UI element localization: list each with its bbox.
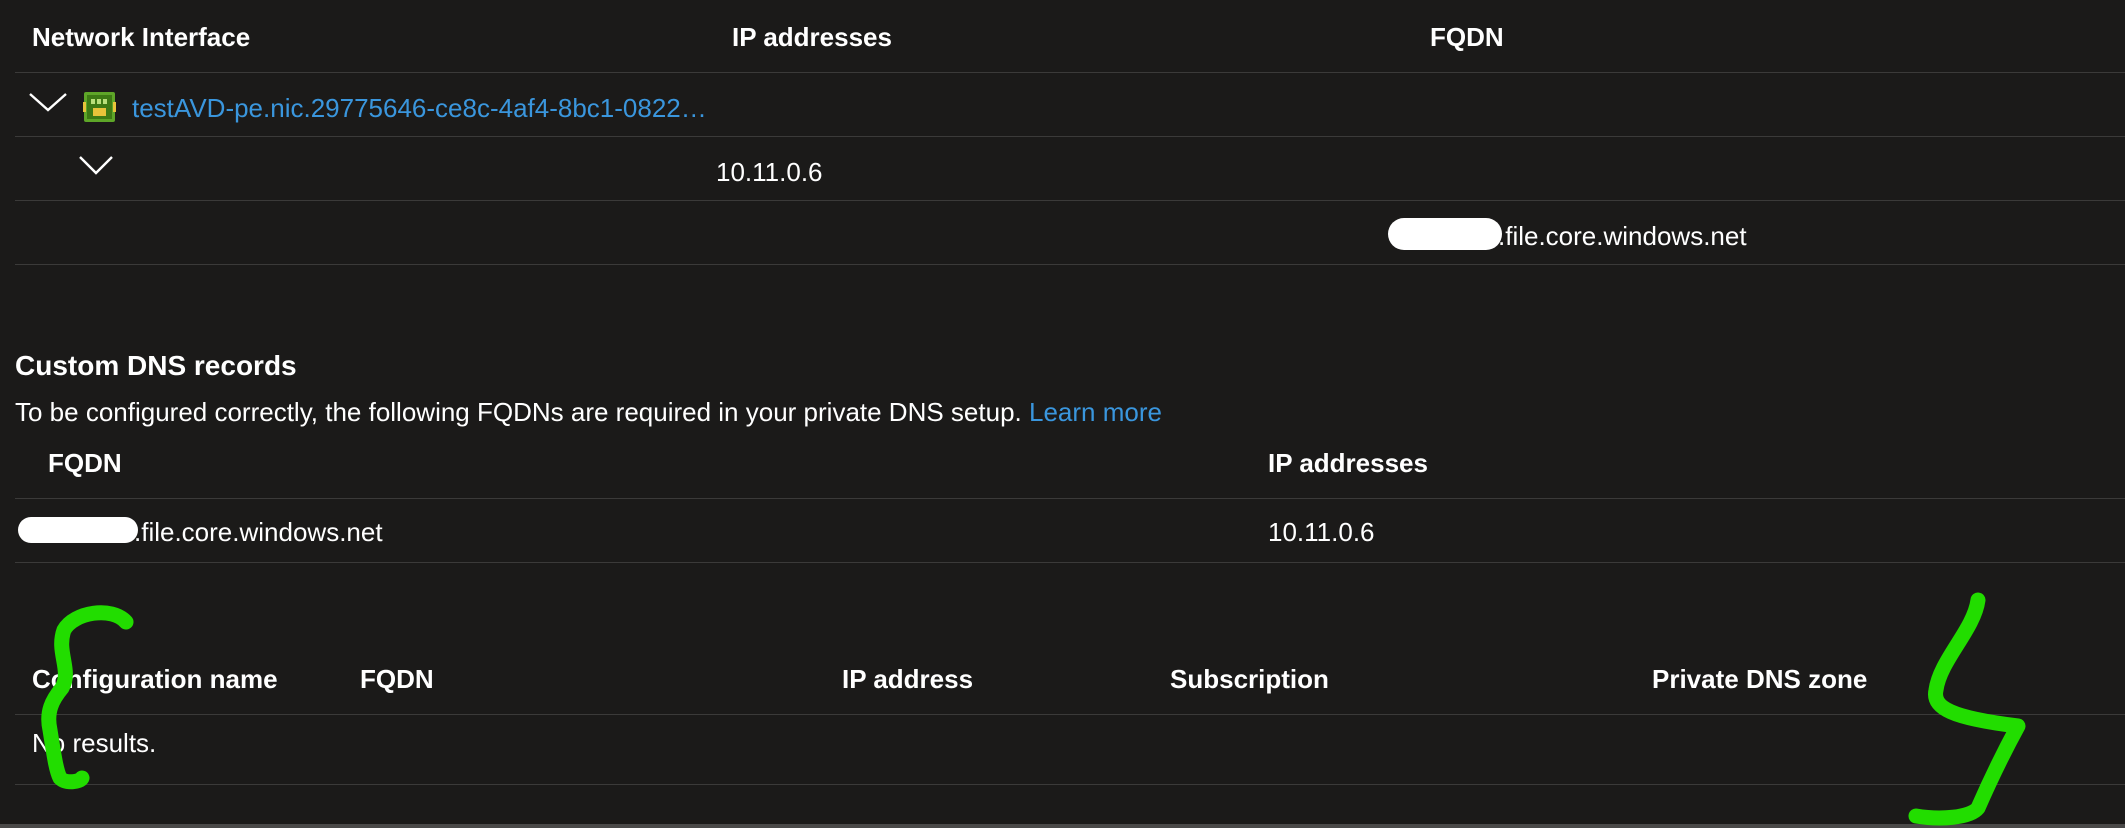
annotation-overlay — [41, 592, 2026, 826]
annotation-stroke-right — [1908, 592, 2026, 826]
annotation-stroke-left — [41, 605, 134, 790]
